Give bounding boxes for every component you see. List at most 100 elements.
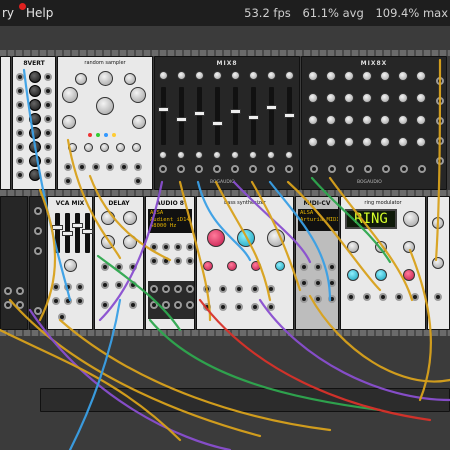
mix-level-knob[interactable]: [64, 259, 77, 272]
output-jack[interactable]: [436, 97, 444, 105]
shape-knob[interactable]: [132, 115, 146, 129]
send-knob[interactable]: [326, 137, 336, 147]
pan-knob[interactable]: [249, 151, 257, 159]
input-jack[interactable]: [400, 165, 408, 173]
output-jack[interactable]: [328, 279, 336, 287]
input-jack[interactable]: [101, 281, 109, 289]
send-knob[interactable]: [344, 71, 354, 81]
pan-knob[interactable]: [177, 151, 185, 159]
output-jack[interactable]: [150, 285, 158, 293]
input-jack[interactable]: [235, 285, 243, 293]
mod-knob[interactable]: [403, 241, 415, 253]
input-jack[interactable]: [231, 165, 239, 173]
output-jack[interactable]: [162, 301, 170, 309]
output-jack[interactable]: [134, 163, 142, 171]
send-knob[interactable]: [380, 137, 390, 147]
menu-library[interactable]: ry: [2, 6, 14, 20]
channel-fader[interactable]: [194, 87, 205, 145]
send-knob[interactable]: [362, 137, 372, 147]
channel-fader[interactable]: [284, 87, 295, 145]
send-knob[interactable]: [398, 93, 408, 103]
input-jack[interactable]: [129, 263, 137, 271]
output-jack[interactable]: [411, 293, 419, 301]
send-knob[interactable]: [308, 71, 318, 81]
pan-knob[interactable]: [213, 151, 221, 159]
cutoff-knob[interactable]: [207, 229, 225, 247]
pan-knob[interactable]: [267, 151, 275, 159]
output-jack[interactable]: [174, 301, 182, 309]
output-jack[interactable]: [134, 177, 142, 185]
pan-knob[interactable]: [231, 151, 239, 159]
module-mix8[interactable]: MIX8 BOGAUDIO: [154, 56, 300, 190]
input-jack[interactable]: [310, 165, 318, 173]
env-knob[interactable]: [267, 229, 285, 247]
send-knob[interactable]: [344, 93, 354, 103]
level-knob[interactable]: [285, 71, 294, 80]
output-jack[interactable]: [44, 171, 52, 179]
input-jack[interactable]: [418, 165, 426, 173]
mod-knob[interactable]: [375, 241, 387, 253]
input-jack[interactable]: [16, 129, 24, 137]
module-mix8x[interactable]: MIX8X BOGAUDIO: [301, 56, 447, 190]
send-knob[interactable]: [344, 137, 354, 147]
output-jack[interactable]: [267, 303, 275, 311]
freq-knob[interactable]: [403, 211, 419, 227]
input-jack[interactable]: [203, 285, 211, 293]
input-jack[interactable]: [251, 285, 259, 293]
output-jack[interactable]: [436, 157, 444, 165]
output-jack[interactable]: [120, 163, 128, 171]
mod-knob[interactable]: [347, 241, 359, 253]
input-jack[interactable]: [115, 263, 123, 271]
input-jack[interactable]: [219, 303, 227, 311]
input-jack[interactable]: [174, 243, 182, 251]
input-jack[interactable]: [101, 301, 109, 309]
send-knob[interactable]: [380, 93, 390, 103]
mix-knob[interactable]: [123, 235, 137, 249]
input-jack[interactable]: [346, 165, 354, 173]
output-jack[interactable]: [300, 279, 308, 287]
tone-knob[interactable]: [101, 235, 115, 249]
output-jack[interactable]: [34, 307, 42, 315]
midi-device-display[interactable]: ALSA Arturia MIDI: [298, 209, 338, 231]
module-random-sampler[interactable]: random sampler: [57, 56, 153, 190]
small-knob[interactable]: [100, 143, 109, 152]
level-knob[interactable]: [432, 217, 444, 229]
input-jack[interactable]: [203, 303, 211, 311]
device-display[interactable]: ALSA Audient iD14 Analog 48000 Hz: [148, 209, 192, 233]
send-knob[interactable]: [308, 93, 318, 103]
channel-fader[interactable]: [212, 87, 223, 145]
input-jack[interactable]: [101, 263, 109, 271]
output-jack[interactable]: [44, 157, 52, 165]
module-midi-cv[interactable]: MIDI-CV ALSA Arturia MIDI: [295, 196, 339, 330]
attenuverter-knob[interactable]: [29, 113, 41, 125]
small-knob[interactable]: [68, 143, 77, 152]
input-jack[interactable]: [174, 257, 182, 265]
output-jack[interactable]: [436, 137, 444, 145]
send-knob[interactable]: [416, 71, 426, 81]
pan-knob[interactable]: [285, 151, 293, 159]
depth-knob[interactable]: [347, 269, 359, 281]
output-jack[interactable]: [58, 313, 66, 321]
output-jack[interactable]: [314, 279, 322, 287]
module-8vert[interactable]: 8VERT: [12, 56, 56, 190]
level-knob[interactable]: [432, 257, 444, 269]
output-jack[interactable]: [129, 301, 137, 309]
send-knob[interactable]: [308, 137, 318, 147]
output-jack[interactable]: [76, 297, 84, 305]
input-jack[interactable]: [328, 165, 336, 173]
input-jack[interactable]: [177, 165, 185, 173]
input-jack[interactable]: [34, 247, 42, 255]
attenuverter-knob[interactable]: [29, 127, 41, 139]
attenuverter-knob[interactable]: [29, 141, 41, 153]
output-jack[interactable]: [186, 285, 194, 293]
input-jack[interactable]: [150, 257, 158, 265]
module-rack[interactable]: 8VERT random sampler MIX8 BOGAUDIO MIX8X…: [0, 26, 450, 450]
input-jack[interactable]: [186, 243, 194, 251]
module-ring[interactable]: ring modulator RING: [340, 196, 426, 330]
output-jack[interactable]: [251, 303, 259, 311]
input-jack[interactable]: [16, 171, 24, 179]
small-knob[interactable]: [132, 143, 141, 152]
level-knob[interactable]: [213, 71, 222, 80]
input-jack[interactable]: [16, 101, 24, 109]
output-jack[interactable]: [16, 301, 24, 309]
